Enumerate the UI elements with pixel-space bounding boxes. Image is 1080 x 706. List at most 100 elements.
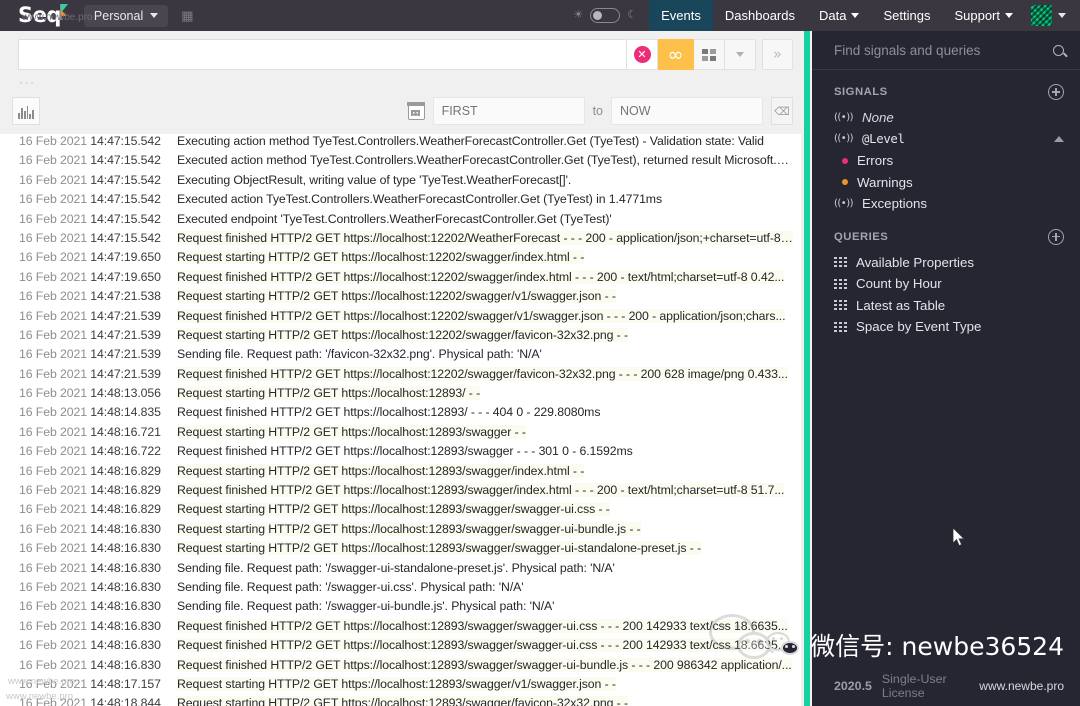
signal-icon: ((•)) bbox=[834, 111, 854, 123]
event-row[interactable]: 16 Feb 2021 14:48:16.830 Request finished… bbox=[0, 638, 801, 657]
range-to-label: to bbox=[592, 104, 603, 118]
save-icon[interactable]: ▦ bbox=[181, 8, 193, 24]
event-row[interactable]: 16 Feb 2021 14:48:16.829 Request finished… bbox=[0, 483, 801, 502]
sidebar-item-warnings[interactable]: Warnings bbox=[812, 172, 1080, 194]
theme-toggle-group[interactable]: ☀ ☾ bbox=[573, 8, 637, 23]
nav-item-settings[interactable]: Settings bbox=[871, 0, 942, 31]
clear-filter-button[interactable]: ✕ bbox=[627, 39, 658, 70]
event-row[interactable]: 16 Feb 2021 14:47:21.539 Request finished… bbox=[0, 308, 801, 328]
event-row[interactable]: 16 Feb 2021 14:48:16.830 Request starting… bbox=[0, 541, 801, 560]
queries-section-header: QUERIES bbox=[812, 215, 1080, 252]
event-date: 16 Feb 2021 bbox=[19, 579, 91, 594]
sidebar-item-level[interactable]: ((•)) @Level bbox=[812, 129, 1080, 151]
event-row[interactable]: 16 Feb 2021 14:48:16.830 Request starting… bbox=[0, 521, 801, 541]
event-row[interactable]: 16 Feb 2021 14:47:19.650 Request starting… bbox=[0, 250, 801, 269]
event-row[interactable]: 16 Feb 2021 14:48:13.056 Request starting… bbox=[0, 386, 801, 405]
event-row[interactable]: 16 Feb 2021 14:47:15.542 Executed action … bbox=[0, 153, 801, 172]
event-row[interactable]: 16 Feb 2021 14:47:15.542 Executed endpoin… bbox=[0, 212, 801, 231]
chevron-up-icon[interactable] bbox=[1054, 136, 1064, 143]
event-row[interactable]: 16 Feb 2021 14:48:16.829 Request starting… bbox=[0, 463, 801, 483]
event-row[interactable]: 16 Feb 2021 14:47:15.542 Executing action… bbox=[0, 134, 801, 153]
query-options-ellipsis[interactable]: ··· bbox=[0, 74, 801, 90]
theme-toggle[interactable] bbox=[590, 8, 621, 23]
sidebar-search-input[interactable] bbox=[834, 43, 1053, 58]
nav-item-events[interactable]: Events bbox=[649, 0, 713, 31]
event-row[interactable]: 16 Feb 2021 14:47:21.538 Request starting… bbox=[0, 289, 801, 308]
event-row[interactable]: 16 Feb 2021 14:48:16.721 Request starting… bbox=[0, 424, 801, 444]
sidebar-item-none[interactable]: ((•)) None bbox=[812, 107, 1080, 129]
live-tail-button[interactable]: ∞ bbox=[658, 39, 694, 70]
add-signal-button[interactable] bbox=[1048, 84, 1064, 100]
nav-item-support[interactable]: Support bbox=[942, 0, 1025, 31]
workspace-selector[interactable]: Personal bbox=[83, 4, 169, 27]
sidebar-item-label: Errors bbox=[857, 153, 894, 169]
event-timestamp: 16 Feb 2021 14:47:19.650 bbox=[19, 250, 177, 264]
event-date: 16 Feb 2021 bbox=[19, 657, 91, 672]
event-date: 16 Feb 2021 bbox=[19, 638, 91, 653]
event-row[interactable]: 16 Feb 2021 14:48:14.835 Request finished… bbox=[0, 405, 801, 424]
circle-x-icon: ✕ bbox=[633, 46, 651, 63]
pane-divider[interactable] bbox=[801, 31, 812, 706]
event-timestamp: 16 Feb 2021 14:48:17.157 bbox=[19, 677, 177, 691]
app-logo[interactable]: Seq www.newbe.pro bbox=[0, 0, 93, 31]
sidebar-search[interactable] bbox=[812, 31, 1080, 70]
display-mode-button[interactable] bbox=[694, 39, 725, 70]
event-timestamp: 16 Feb 2021 14:48:16.830 bbox=[19, 580, 177, 594]
event-row[interactable]: 16 Feb 2021 14:48:18.844 Request starting… bbox=[0, 696, 801, 706]
event-row[interactable]: 16 Feb 2021 14:47:21.539 Sending file. Re… bbox=[0, 347, 801, 366]
event-timestamp: 16 Feb 2021 14:48:13.056 bbox=[19, 386, 177, 400]
query-grid-icon bbox=[834, 278, 847, 289]
event-row[interactable]: 16 Feb 2021 14:48:17.157 Request starting… bbox=[0, 676, 801, 696]
event-message: Request starting HTTP/2 GET https://loca… bbox=[177, 521, 641, 536]
add-query-button[interactable] bbox=[1048, 228, 1064, 245]
event-row[interactable]: 16 Feb 2021 14:48:16.830 Sending file. Re… bbox=[0, 599, 801, 618]
event-row[interactable]: 16 Feb 2021 14:48:16.830 Sending file. Re… bbox=[0, 561, 801, 580]
calendar-icon[interactable] bbox=[407, 102, 426, 120]
sidebar-item-space-by-event-type[interactable]: Space by Event Type bbox=[812, 316, 1080, 338]
event-timestamp: 16 Feb 2021 14:48:16.722 bbox=[19, 444, 177, 458]
sidebar-item-available-properties[interactable]: Available Properties bbox=[812, 252, 1080, 274]
event-message: Executing ObjectResult, writing value of… bbox=[177, 172, 572, 187]
event-timestamp: 16 Feb 2021 14:47:15.542 bbox=[19, 212, 177, 226]
event-row[interactable]: 16 Feb 2021 14:48:16.830 Request finished… bbox=[0, 657, 801, 677]
event-row[interactable]: 16 Feb 2021 14:47:19.650 Request finished… bbox=[0, 269, 801, 289]
bar-chart-icon[interactable] bbox=[12, 97, 40, 125]
event-timestamp: 16 Feb 2021 14:48:16.830 bbox=[19, 561, 177, 575]
event-timestamp: 16 Feb 2021 14:47:21.539 bbox=[19, 309, 177, 323]
event-row[interactable]: 16 Feb 2021 14:47:15.542 Executing Object… bbox=[0, 173, 801, 192]
event-time: 14:47:21.539 bbox=[90, 327, 161, 342]
range-to-input[interactable] bbox=[611, 97, 763, 125]
nav-item-dashboards[interactable]: Dashboards bbox=[713, 0, 807, 31]
sidebar-item-label: Space by Event Type bbox=[856, 319, 982, 335]
event-row[interactable]: 16 Feb 2021 14:48:16.830 Request finished… bbox=[0, 618, 801, 638]
event-row[interactable]: 16 Feb 2021 14:47:21.539 Request starting… bbox=[0, 327, 801, 347]
range-from-input[interactable] bbox=[432, 97, 585, 125]
nav-item-data[interactable]: Data bbox=[807, 0, 871, 31]
search-icon[interactable] bbox=[1053, 45, 1064, 56]
queries-title: QUERIES bbox=[834, 230, 889, 243]
sidebar-item-label: Latest as Table bbox=[856, 297, 946, 313]
sidebar-item-count-by-hour[interactable]: Count by Hour bbox=[812, 273, 1080, 295]
sidebar-item-errors[interactable]: Errors bbox=[812, 150, 1080, 172]
event-message: Request starting HTTP/2 GET https://loca… bbox=[177, 386, 481, 401]
event-message: Request finished HTTP/2 GET https://loca… bbox=[177, 405, 601, 420]
event-row[interactable]: 16 Feb 2021 14:47:15.542 Request finished… bbox=[0, 230, 801, 250]
event-row[interactable]: 16 Feb 2021 14:47:15.542 Executed action … bbox=[0, 192, 801, 211]
event-timestamp: 16 Feb 2021 14:48:16.830 bbox=[19, 599, 177, 613]
expand-button[interactable]: » bbox=[762, 39, 793, 70]
sidebar-item-latest-as-table[interactable]: Latest as Table bbox=[812, 295, 1080, 317]
event-row[interactable]: 16 Feb 2021 14:48:16.829 Request starting… bbox=[0, 502, 801, 521]
display-mode-dropdown[interactable] bbox=[725, 39, 756, 70]
nav-label: Support bbox=[954, 8, 1000, 23]
user-menu[interactable] bbox=[1025, 0, 1080, 31]
search-input[interactable] bbox=[18, 39, 627, 70]
sidebar-item-exceptions[interactable]: ((•)) Exceptions bbox=[812, 193, 1080, 215]
event-time: 14:47:21.539 bbox=[90, 308, 161, 323]
sidebar-item-label: Exceptions bbox=[862, 196, 928, 212]
nav-label: Dashboards bbox=[724, 8, 795, 23]
event-list[interactable]: 16 Feb 2021 14:47:15.542 Executing action… bbox=[0, 134, 801, 706]
event-row[interactable]: 16 Feb 2021 14:48:16.722 Request finished… bbox=[0, 444, 801, 463]
event-row[interactable]: 16 Feb 2021 14:48:16.830 Sending file. Re… bbox=[0, 580, 801, 599]
clear-range-icon[interactable]: ⌫ bbox=[771, 97, 793, 125]
event-row[interactable]: 16 Feb 2021 14:47:21.539 Request finished… bbox=[0, 366, 801, 386]
